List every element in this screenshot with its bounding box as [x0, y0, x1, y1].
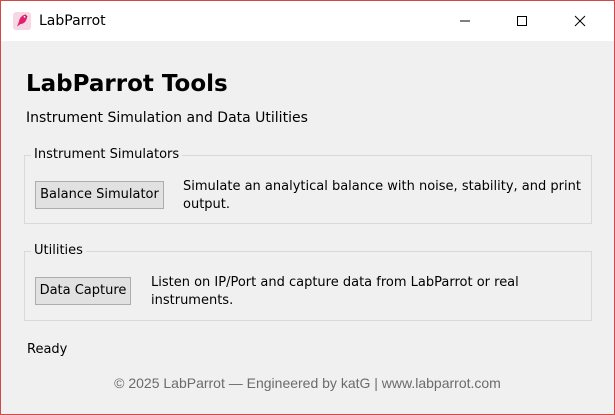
balance-simulator-description: Simulate an analytical balance with nois… — [183, 179, 581, 212]
title-bar[interactable]: LabParrot — [1, 1, 614, 41]
footer-text: © 2025 LabParrot — Engineered by katG | … — [114, 375, 501, 391]
data-capture-button[interactable]: Data Capture — [35, 277, 131, 305]
status-text: Ready — [27, 342, 68, 357]
balance-simulator-button[interactable]: Balance Simulator — [35, 181, 164, 209]
minimize-icon — [460, 20, 470, 22]
instrument-simulators-label: Instrument Simulators — [31, 146, 183, 164]
utilities-label: Utilities — [31, 242, 86, 260]
maximize-button[interactable] — [499, 1, 545, 41]
parrot-icon — [13, 12, 31, 30]
page-title: LabParrot Tools — [26, 71, 228, 97]
maximize-icon — [517, 16, 527, 26]
data-capture-description: Listen on IP/Port and capture data from … — [151, 275, 519, 308]
close-icon — [574, 15, 586, 27]
app-window: LabParrot LabParrot Tools Instrument Sim… — [0, 0, 615, 415]
page-subtitle: Instrument Simulation and Data Utilities — [26, 110, 308, 126]
close-button[interactable] — [557, 1, 603, 41]
window-title: LabParrot — [39, 13, 106, 29]
minimize-button[interactable] — [442, 1, 488, 41]
